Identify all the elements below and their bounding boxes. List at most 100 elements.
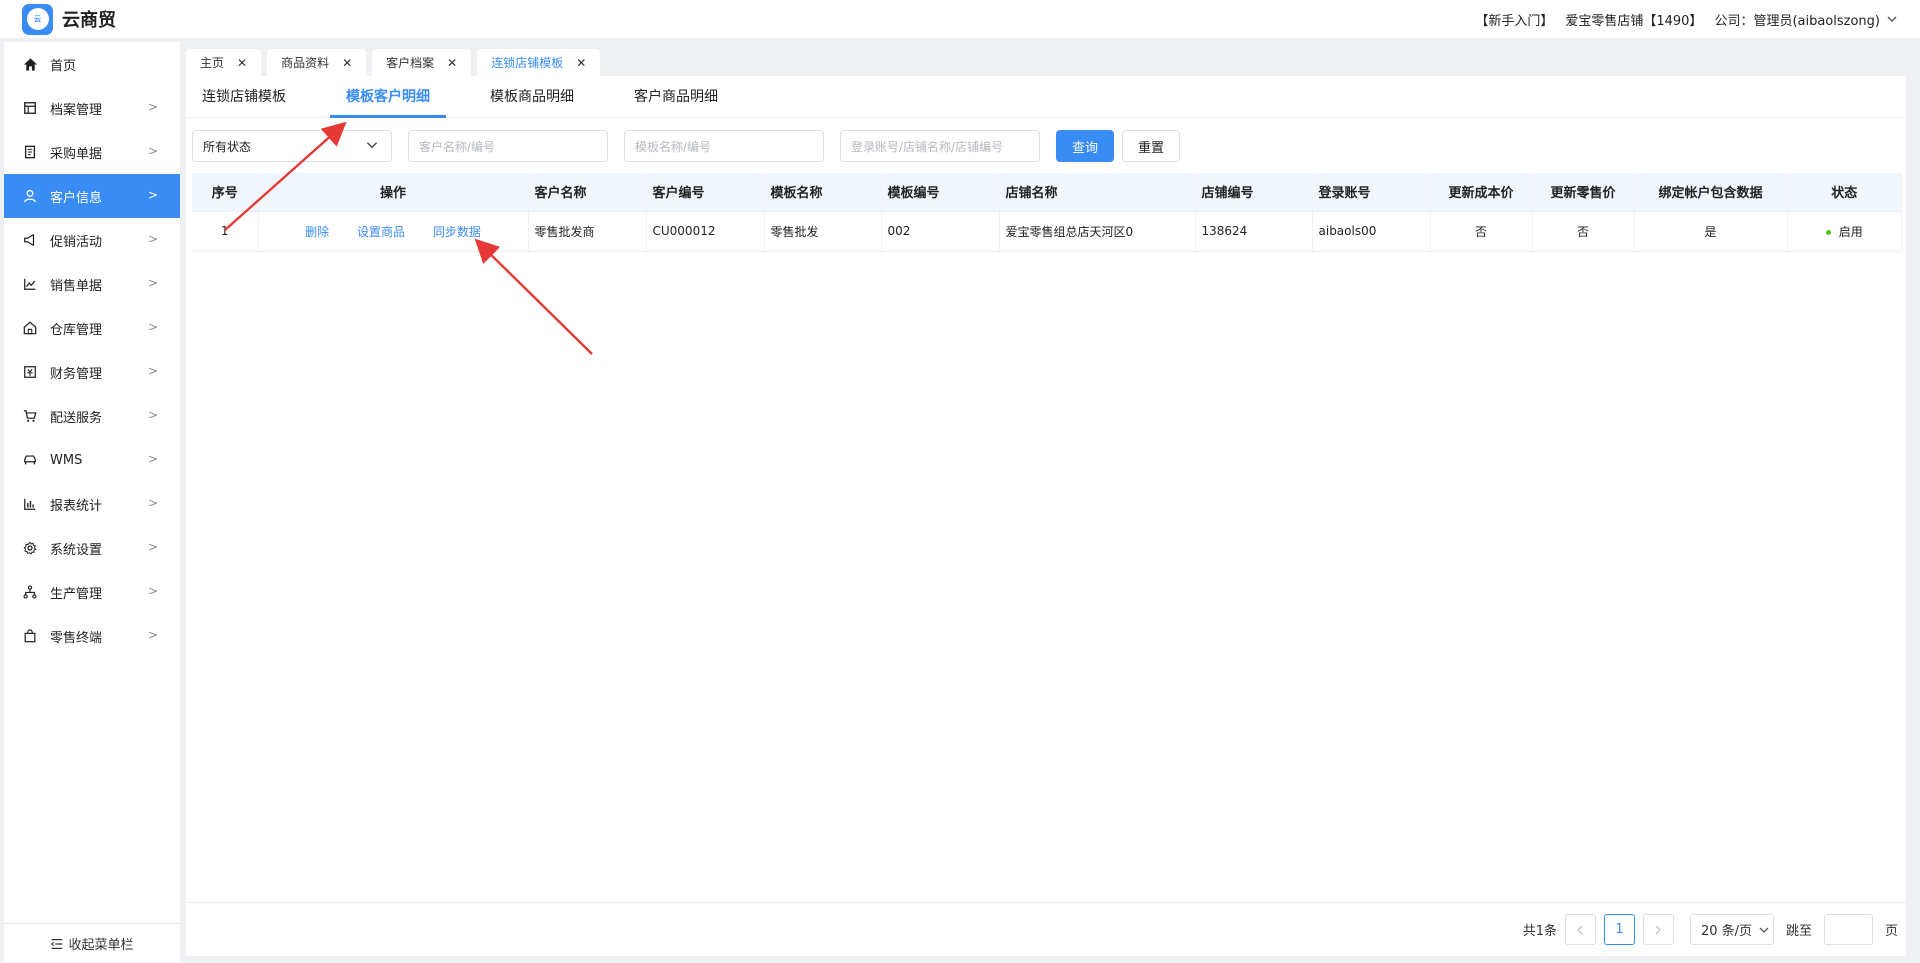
column-header: 绑定帐户包含数据 xyxy=(1634,173,1788,212)
account-search-input[interactable]: 登录账号/店铺名称/店铺编号 xyxy=(840,130,1040,162)
close-icon[interactable]: ✕ xyxy=(342,56,352,70)
page-tab-home[interactable]: 主页 ✕ xyxy=(186,49,262,76)
bag-icon xyxy=(22,628,38,644)
sidebar-item-customer[interactable]: 客户信息 > xyxy=(4,174,180,218)
table-row: 1 删除 设置商品 同步数据 零售批发商 CU000012 零售批发 002 爱… xyxy=(192,211,1902,252)
status-text: 启用 xyxy=(1838,224,1863,239)
chevron-right-icon: > xyxy=(147,584,158,598)
archive-icon xyxy=(22,100,38,116)
warehouse-icon xyxy=(22,320,38,336)
close-icon[interactable]: ✕ xyxy=(576,56,586,70)
close-icon[interactable]: ✕ xyxy=(447,56,457,70)
page-tab-label: 连锁店铺模板 xyxy=(491,56,564,70)
column-header: 模板编号 xyxy=(881,173,1000,212)
column-header: 客户编号 xyxy=(646,173,765,212)
chart-line-icon xyxy=(22,276,38,292)
app-title: 云商贸 xyxy=(62,10,116,31)
page-number-button[interactable]: 1 xyxy=(1603,914,1635,945)
brand[interactable]: 云 云商贸 xyxy=(0,3,116,35)
network-icon xyxy=(22,584,38,600)
page-tab-label: 商品资料 xyxy=(281,56,330,70)
update-retail-cell: 否 xyxy=(1532,211,1635,252)
page-tab-label: 主页 xyxy=(200,56,225,70)
chevron-right-icon: > xyxy=(147,408,158,422)
template-customer-table: 序号 操作 客户名称 客户编号 模板名称 模板编号 店铺名称 店铺编号 登录账号… xyxy=(192,173,1902,252)
chevron-right-icon: > xyxy=(147,232,158,246)
chevron-left-icon xyxy=(1577,925,1583,934)
status-dot-icon xyxy=(1825,229,1831,235)
sidebar-item-finance[interactable]: 财务管理 > xyxy=(4,350,180,394)
sidebar-item-report[interactable]: 报表统计 > xyxy=(4,482,180,526)
page-unit-label: 页 xyxy=(1884,924,1898,939)
column-header: 店铺编号 xyxy=(1195,173,1313,212)
sidebar-item-label: WMS xyxy=(50,452,83,468)
status-select[interactable]: 所有状态 xyxy=(192,130,392,162)
menu-fold-icon xyxy=(51,938,63,949)
page-tab-bar: 主页 ✕ 商品资料 ✕ 客户档案 ✕ 连锁店铺模板 ✕ xyxy=(186,46,1906,76)
chevron-right-icon xyxy=(1656,925,1662,934)
template-search-input[interactable]: 模板名称/编号 xyxy=(624,130,824,162)
jump-page-input[interactable] xyxy=(1823,914,1873,945)
tab-chain-store-template[interactable]: 连锁店铺模板 xyxy=(186,75,302,117)
store-link[interactable]: 爱宝零售店铺【1490】 xyxy=(1565,10,1702,29)
sidebar-item-home[interactable]: 首页 xyxy=(4,42,180,86)
tab-template-customer-detail[interactable]: 模板客户明细 xyxy=(330,75,446,118)
chevron-down-icon[interactable] xyxy=(1886,13,1898,25)
status-select-value: 所有状态 xyxy=(203,139,252,154)
sidebar-item-archive[interactable]: 档案管理 > xyxy=(4,86,180,130)
page-tab-products[interactable]: 商品资料 ✕ xyxy=(267,49,367,76)
reset-button[interactable]: 重置 xyxy=(1122,130,1180,162)
customer-search-input[interactable]: 客户名称/编号 xyxy=(408,130,608,162)
cart-icon xyxy=(22,408,38,424)
tab-customer-product-detail[interactable]: 客户商品明细 xyxy=(618,75,734,117)
sidebar-item-label: 客户信息 xyxy=(50,190,103,206)
bind-data-cell: 是 xyxy=(1634,211,1788,252)
chevron-down-icon xyxy=(366,142,378,149)
collapse-menu-button[interactable]: 收起菜单栏 xyxy=(4,923,180,963)
page-tab-chain-template[interactable]: 连锁店铺模板 ✕ xyxy=(477,49,601,76)
template-code-cell: 002 xyxy=(881,211,1000,252)
collapse-menu-label: 收起菜单栏 xyxy=(68,938,134,953)
close-icon[interactable]: ✕ xyxy=(237,56,247,70)
chevron-right-icon: > xyxy=(147,100,158,114)
home-icon xyxy=(22,56,38,72)
sub-tab-bar: 连锁店铺模板 模板客户明细 模板商品明细 客户商品明细 xyxy=(186,76,1906,118)
sidebar-item-settings[interactable]: 系统设置 > xyxy=(4,526,180,570)
sidebar-item-label: 首页 xyxy=(50,58,77,74)
total-count: 共1条 xyxy=(1522,924,1557,939)
gear-icon xyxy=(22,540,38,556)
prev-page-button[interactable] xyxy=(1564,914,1596,945)
sidebar-item-label: 报表统计 xyxy=(50,498,103,514)
sidebar-item-delivery[interactable]: 配送服务 > xyxy=(4,394,180,438)
page-size-value: 20 条/页 xyxy=(1700,924,1753,939)
sidebar-item-label: 销售单据 xyxy=(50,278,103,294)
column-header: 更新零售价 xyxy=(1532,173,1635,212)
sidebar-item-label: 采购单据 xyxy=(50,146,103,162)
set-products-link[interactable]: 设置商品 xyxy=(357,225,405,239)
column-header: 状态 xyxy=(1787,173,1902,212)
sidebar-item-production[interactable]: 生产管理 > xyxy=(4,570,180,614)
page-size-select[interactable]: 20 条/页 xyxy=(1689,914,1774,945)
chevron-right-icon: > xyxy=(147,452,158,466)
next-page-button[interactable] xyxy=(1642,914,1674,945)
sidebar-item-sales[interactable]: 销售单据 > xyxy=(4,262,180,306)
sidebar-item-retail[interactable]: 零售终端 > xyxy=(4,614,180,658)
newbie-guide-link[interactable]: 【新手入门】 xyxy=(1475,10,1553,29)
sync-data-link[interactable]: 同步数据 xyxy=(433,225,481,239)
sidebar-item-purchase[interactable]: 采购单据 > xyxy=(4,130,180,174)
sidebar: 首页 档案管理 > 采购单据 > 客户信息 > 促销活动 > 销售单据 > 仓库… xyxy=(4,42,180,963)
sidebar-item-wms[interactable]: WMS > xyxy=(4,438,180,482)
main-content: 主页 ✕ 商品资料 ✕ 客户档案 ✕ 连锁店铺模板 ✕ 连锁店铺模板 模板客户明… xyxy=(186,46,1906,956)
header-links: 【新手入门】 爱宝零售店铺【1490】 公司：管理员(aibaolszong) xyxy=(1463,10,1920,29)
tab-template-product-detail[interactable]: 模板商品明细 xyxy=(474,75,590,117)
query-button[interactable]: 查询 xyxy=(1056,130,1114,162)
page-tab-customers[interactable]: 客户档案 ✕ xyxy=(372,49,472,76)
status-cell: 启用 xyxy=(1787,211,1902,252)
delete-link[interactable]: 删除 xyxy=(305,225,329,239)
sidebar-item-warehouse[interactable]: 仓库管理 > xyxy=(4,306,180,350)
car-icon xyxy=(22,452,38,468)
column-header: 模板名称 xyxy=(764,173,882,212)
company-user-menu[interactable]: 公司：管理员(aibaolszong) xyxy=(1714,10,1880,29)
sidebar-item-promotion[interactable]: 促销活动 > xyxy=(4,218,180,262)
login-account-cell: aibaols00 xyxy=(1312,211,1431,252)
